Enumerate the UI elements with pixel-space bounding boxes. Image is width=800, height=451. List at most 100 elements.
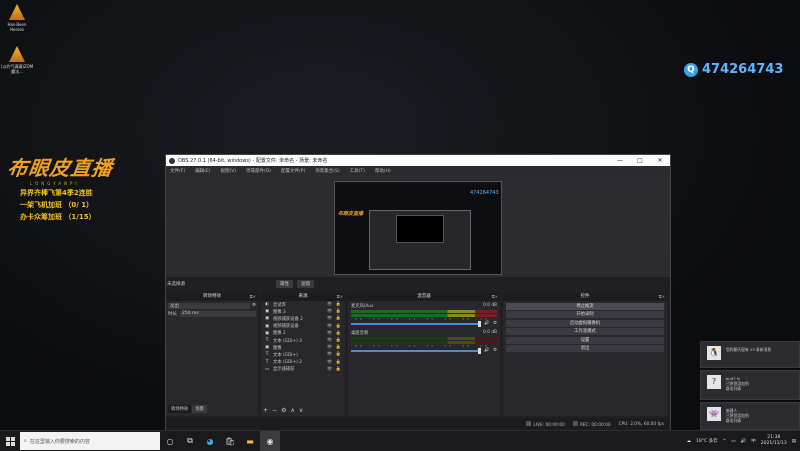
notification-card[interactable]: ? bu97 N 已将您添加到 群发列表 [700, 370, 800, 400]
preview-canvas[interactable]: 布眼皮直播 474264743 [334, 181, 502, 275]
studio-mode-button[interactable]: 工作室模式 [506, 328, 664, 335]
notification-card[interactable]: 🐧 您的聊天窗有 23 条新消息 [700, 341, 800, 368]
source-type-icon: ▣ [264, 330, 270, 336]
menu-file[interactable]: 文件(F) [170, 168, 185, 174]
eye-lock-icon[interactable]: 👁 🔒 [327, 302, 342, 307]
maximize-button[interactable]: □ [630, 157, 650, 164]
source-type-icon: ▣ [264, 345, 270, 351]
move-up-button[interactable]: ∧ [290, 407, 294, 414]
start-virtual-camera-button[interactable]: 启动虚拟摄像机 [506, 319, 664, 327]
eye-lock-icon[interactable]: 👁 🔒 [327, 324, 342, 329]
mixer-list: 麦克风/Aux 0.0 dB -60 -55 -50 -45 -40 -35 -30… [348, 301, 500, 355]
settings-button[interactable]: 设置 [506, 336, 664, 344]
eye-lock-icon[interactable]: 👁 🔒 [327, 316, 342, 321]
menu-scene-collection[interactable]: 场景集合(S) [315, 168, 339, 174]
filters-button[interactable]: 滤镜 [297, 280, 314, 288]
menu-help[interactable]: 帮助(H) [375, 168, 391, 174]
speaker-icon[interactable]: 🔊 [484, 348, 490, 353]
source-settings-button[interactable]: ⚙ [281, 407, 286, 414]
volume-fader[interactable] [351, 320, 482, 327]
dock-float-icon[interactable]: ⧉✕ [659, 293, 665, 301]
menu-docks[interactable]: 停靠部件(D) [246, 168, 271, 174]
taskbar-search-input[interactable]: ⌕ 在这里输入你要搜索的内容 [20, 432, 160, 450]
source-item[interactable]: ▣ 图像 👁 🔒 [261, 344, 345, 351]
speaker-icon[interactable]: 🔊 [484, 321, 490, 326]
network-icon[interactable]: ▭ [731, 439, 735, 444]
tab-transitions[interactable]: 转场特效 [168, 405, 192, 413]
qq-number-overlay: Q 474264743 [684, 62, 783, 77]
source-item[interactable]: ▭ 显示器捕获 👁 🔒 [261, 366, 345, 373]
source-item[interactable]: ▣ 视频捕获设备 2 👁 🔒 [261, 315, 345, 322]
gear-icon[interactable]: ⚙ [252, 303, 256, 309]
clock[interactable]: 21:38 2021/11/13 [761, 435, 787, 447]
desktop-icon-zom[interactable]: (以约气满满)ZOM魔法... [0, 46, 34, 74]
volume-icon[interactable]: 🔊 [741, 439, 747, 444]
store-icon[interactable]: 🛍 [220, 431, 240, 451]
eye-lock-icon[interactable]: 👁 🔒 [327, 367, 342, 372]
weather-text[interactable]: 18°C 多云 [696, 438, 718, 444]
source-item[interactable]: ◐ 音试库 👁 🔒 [261, 301, 345, 308]
duration-input[interactable]: 250 ms [180, 311, 256, 317]
live-status: LIVE: 00:00:00 [526, 420, 565, 428]
brand-sub: LONGYANPI [30, 181, 80, 186]
source-name: 显示器捕获 [273, 367, 295, 373]
dock-title: 混音器 [417, 294, 431, 299]
close-button[interactable]: ✕ [650, 157, 670, 164]
gear-icon[interactable]: ⚙ [493, 321, 497, 326]
edge-browser-icon[interactable]: ◕ [200, 431, 220, 451]
source-item[interactable]: ▣ 视频捕获设备 👁 🔒 [261, 323, 345, 330]
volume-meter [351, 337, 497, 340]
remove-source-button[interactable]: − [272, 407, 277, 414]
cortana-icon[interactable]: ○ [160, 431, 180, 451]
desktop-icon-has-been-heroes[interactable]: Has-Been Heroes [0, 4, 34, 32]
eye-lock-icon[interactable]: 👁 🔒 [327, 338, 342, 343]
file-explorer-icon[interactable]: ▬ [240, 431, 260, 451]
fader-knob[interactable] [478, 320, 482, 327]
eye-lock-icon[interactable]: 👁 🔒 [327, 352, 342, 357]
obs-taskbar-icon[interactable]: ◉ [260, 431, 280, 451]
eye-lock-icon[interactable]: 👁 🔒 [327, 309, 342, 314]
transition-select[interactable]: 淡出 [168, 303, 250, 309]
source-item[interactable]: T 文本 (GDI+) 2 👁 🔒 [261, 359, 345, 366]
source-item[interactable]: T 文本 (GDI+) 👁 🔒 [261, 351, 345, 358]
source-item[interactable]: T 文本 (GDI+) 3 👁 🔒 [261, 337, 345, 344]
add-source-button[interactable]: + [263, 407, 268, 414]
qq-icon: Q [684, 62, 698, 77]
tab-scenes[interactable]: 场景 [192, 405, 207, 413]
dock-float-icon[interactable]: ⧉✕ [250, 293, 256, 301]
notification-card[interactable]: 👾 新建人 已将您添加到 群发列表 [700, 402, 800, 430]
stop-streaming-button[interactable]: 停止推流 [506, 302, 664, 310]
source-item[interactable]: ▣ 图像 2 👁 🔒 [261, 330, 345, 337]
eye-lock-icon[interactable]: 👁 🔒 [327, 331, 342, 336]
obs-window: OBS 27.0.1 (64-bit, windows) - 配置文件: 未命名… [165, 154, 671, 431]
source-type-icon: ▣ [264, 309, 270, 315]
move-down-button[interactable]: ∨ [299, 407, 303, 414]
rec-time: REC: 00:00:00 [579, 422, 611, 428]
search-placeholder: 在这里输入你要搜索的内容 [29, 438, 90, 445]
properties-button[interactable]: 属性 [276, 280, 293, 288]
fader-knob[interactable] [478, 347, 482, 354]
gear-icon[interactable]: ⚙ [493, 348, 497, 353]
menu-tools[interactable]: 工具(T) [350, 168, 365, 174]
volume-fader[interactable] [351, 347, 482, 354]
start-recording-button[interactable]: 开始录制 [506, 311, 664, 318]
volume-meter [351, 310, 497, 313]
source-item[interactable]: ▣ 图像 3 👁 🔒 [261, 308, 345, 315]
dock-float-icon[interactable]: ⧉✕ [492, 293, 498, 301]
ime-indicator[interactable]: 中 [751, 438, 756, 444]
dock-float-icon[interactable]: ⧉✕ [337, 293, 343, 301]
obs-titlebar[interactable]: OBS 27.0.1 (64-bit, windows) - 配置文件: 未命名… [166, 155, 670, 166]
menu-profile[interactable]: 配置文件(P) [281, 168, 305, 174]
task-view-icon[interactable]: ⧉ [180, 431, 200, 451]
preview-qq-number: 474264743 [470, 190, 499, 196]
menu-view[interactable]: 视图(V) [220, 168, 236, 174]
eye-lock-icon[interactable]: 👁 🔒 [327, 360, 342, 365]
notification-center-icon[interactable]: ▤ [792, 439, 796, 444]
minimize-button[interactable]: — [610, 157, 630, 164]
eye-lock-icon[interactable]: 👁 🔒 [327, 345, 342, 350]
exit-button[interactable]: 退出 [506, 345, 664, 352]
menu-edit[interactable]: 编辑(E) [195, 168, 210, 174]
source-name: 图像 3 [273, 309, 286, 315]
chevron-up-icon[interactable]: ^ [723, 439, 727, 444]
start-button[interactable] [0, 431, 20, 451]
